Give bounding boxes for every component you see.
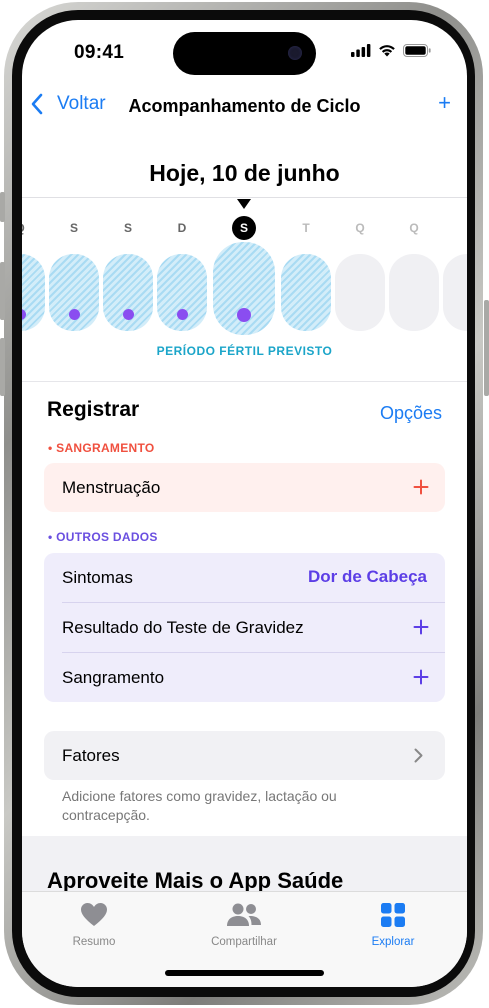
screen: 09:41 Voltar Acompanhamento de Ciclo + H… (22, 20, 467, 987)
calendar-day[interactable] (103, 254, 153, 331)
day-letter: D (177, 221, 187, 235)
side-button (484, 300, 489, 396)
volume-up-button (0, 262, 5, 320)
bleeding-section-label: • SANGRAMENTO (48, 441, 155, 455)
grid-icon (381, 903, 405, 927)
tab-label: Resumo (72, 936, 116, 948)
pregnancy-test-row[interactable]: Resultado do Teste de Gravidez (44, 603, 445, 652)
page-title: Acompanhamento de Ciclo (128, 96, 361, 116)
logged-dot (176, 309, 188, 320)
menstruation-card[interactable]: Menstruação (44, 463, 445, 512)
symptoms-value: Dor de Cabeça (307, 567, 427, 586)
tab-summary[interactable]: Resumo (34, 902, 154, 948)
calendar-day[interactable] (443, 254, 467, 331)
options-button[interactable]: Opções (380, 403, 442, 424)
status-time: 09:41 (74, 42, 125, 63)
pregnancy-test-label: Resultado do Teste de Gravidez (62, 618, 304, 637)
tab-share[interactable]: Compartilhar (184, 902, 304, 948)
menstruation-label: Menstruação (62, 478, 161, 497)
heart-icon (81, 903, 107, 926)
plus-icon[interactable] (413, 619, 429, 635)
day-letter: T (302, 221, 310, 235)
day-letter: S (123, 221, 132, 235)
date-header: Hoje, 10 de junho (149, 160, 340, 186)
add-button[interactable]: + (438, 90, 451, 116)
tab-explore[interactable]: Explorar (333, 902, 453, 948)
factors-label: Fatores (62, 746, 120, 765)
tab-label: Compartilhar (211, 936, 277, 948)
symptoms-label: Sintomas (62, 568, 133, 587)
calendar-day[interactable] (281, 254, 331, 331)
factors-footnote: Adicione fatores como gravidez, lactação… (62, 788, 337, 823)
status-icons (351, 44, 431, 57)
calendar-day[interactable] (49, 254, 99, 331)
volume-down-button (0, 338, 5, 396)
today-pointer-icon (237, 199, 251, 209)
day-letter: S (69, 221, 78, 235)
logged-dot (237, 308, 251, 322)
calendar-day[interactable] (157, 254, 207, 331)
logged-dot (122, 309, 134, 320)
menstruation-row[interactable]: Menstruação (44, 463, 445, 512)
divider (22, 381, 467, 382)
home-indicator[interactable] (165, 970, 324, 976)
phone-frame: 09:41 Voltar Acompanhamento de Ciclo + H… (0, 0, 489, 1008)
other-data-card: Sintomas Dor de Cabeça Resultado do Test… (44, 553, 445, 702)
tab-label: Explorar (371, 936, 415, 948)
symptoms-row[interactable]: Sintomas Dor de Cabeça (44, 553, 445, 602)
action-button (0, 192, 5, 222)
fertile-window-label: PERÍODO FÉRTIL PREVISTO (156, 344, 333, 358)
calendar-day[interactable] (389, 254, 439, 331)
calendar-day-today[interactable] (213, 242, 275, 335)
dynamic-island (173, 32, 316, 75)
calendar-day[interactable] (335, 254, 385, 331)
plus-icon[interactable] (413, 669, 429, 685)
day-letter-today: S (239, 221, 248, 235)
logged-dot (22, 309, 26, 320)
day-letter: Q (22, 221, 35, 235)
spotting-label: Sangramento (62, 668, 165, 687)
logged-dot (68, 309, 80, 320)
factors-row[interactable]: Fatores (44, 731, 445, 780)
plus-icon[interactable] (413, 479, 429, 495)
day-letter: Q (355, 221, 365, 235)
spotting-row[interactable]: Sangramento (44, 653, 445, 702)
cellular-signal-icon (351, 44, 371, 57)
chevron-right-icon (414, 748, 423, 763)
navigation-bar: Voltar Acompanhamento de Ciclo + (22, 90, 467, 126)
people-icon (227, 903, 261, 926)
calendar-day[interactable] (22, 254, 45, 331)
wifi-icon (379, 45, 395, 57)
camera-icon (288, 46, 302, 60)
divider (22, 197, 467, 198)
day-letter: Q (409, 221, 419, 235)
register-title: Registrar (47, 398, 140, 421)
other-data-section-label: • OUTROS DADOS (48, 530, 158, 544)
battery-icon (403, 44, 431, 57)
